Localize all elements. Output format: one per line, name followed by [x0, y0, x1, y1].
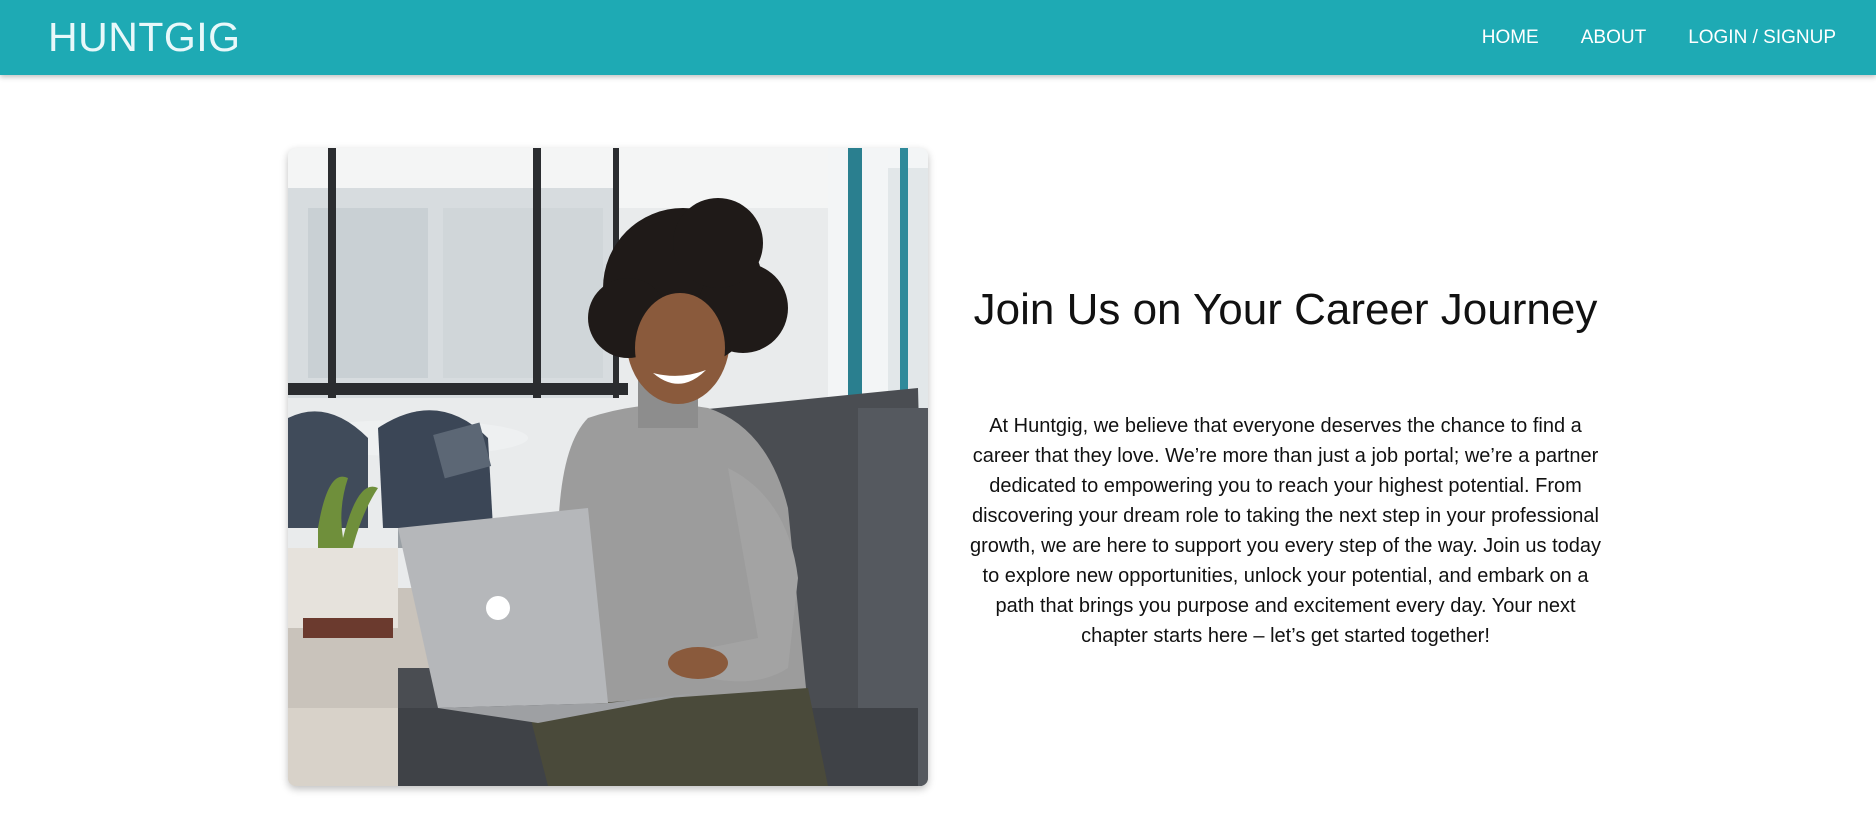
- nav-about-link[interactable]: ABOUT: [1581, 27, 1646, 49]
- hero-section: Join Us on Your Career Journey At Huntgi…: [288, 148, 1608, 788]
- career-journey-text: Join Us on Your Career Journey At Huntgi…: [963, 148, 1608, 786]
- woman-with-laptop-photo: [288, 148, 928, 786]
- nav-links: HOME ABOUT LOGIN / SIGNUP: [1440, 27, 1836, 49]
- top-navbar: HUNTGIG HOME ABOUT LOGIN / SIGNUP: [0, 0, 1876, 75]
- intro-paragraph: At Huntgig, we believe that everyone des…: [969, 415, 1602, 647]
- hero-photo: [288, 148, 928, 786]
- brand-logo[interactable]: HUNTGIG: [48, 14, 241, 61]
- nav-login-signup-link[interactable]: LOGIN / SIGNUP: [1688, 27, 1836, 49]
- page-title: Join Us on Your Career Journey: [973, 285, 1598, 334]
- nav-home-link[interactable]: HOME: [1482, 27, 1539, 49]
